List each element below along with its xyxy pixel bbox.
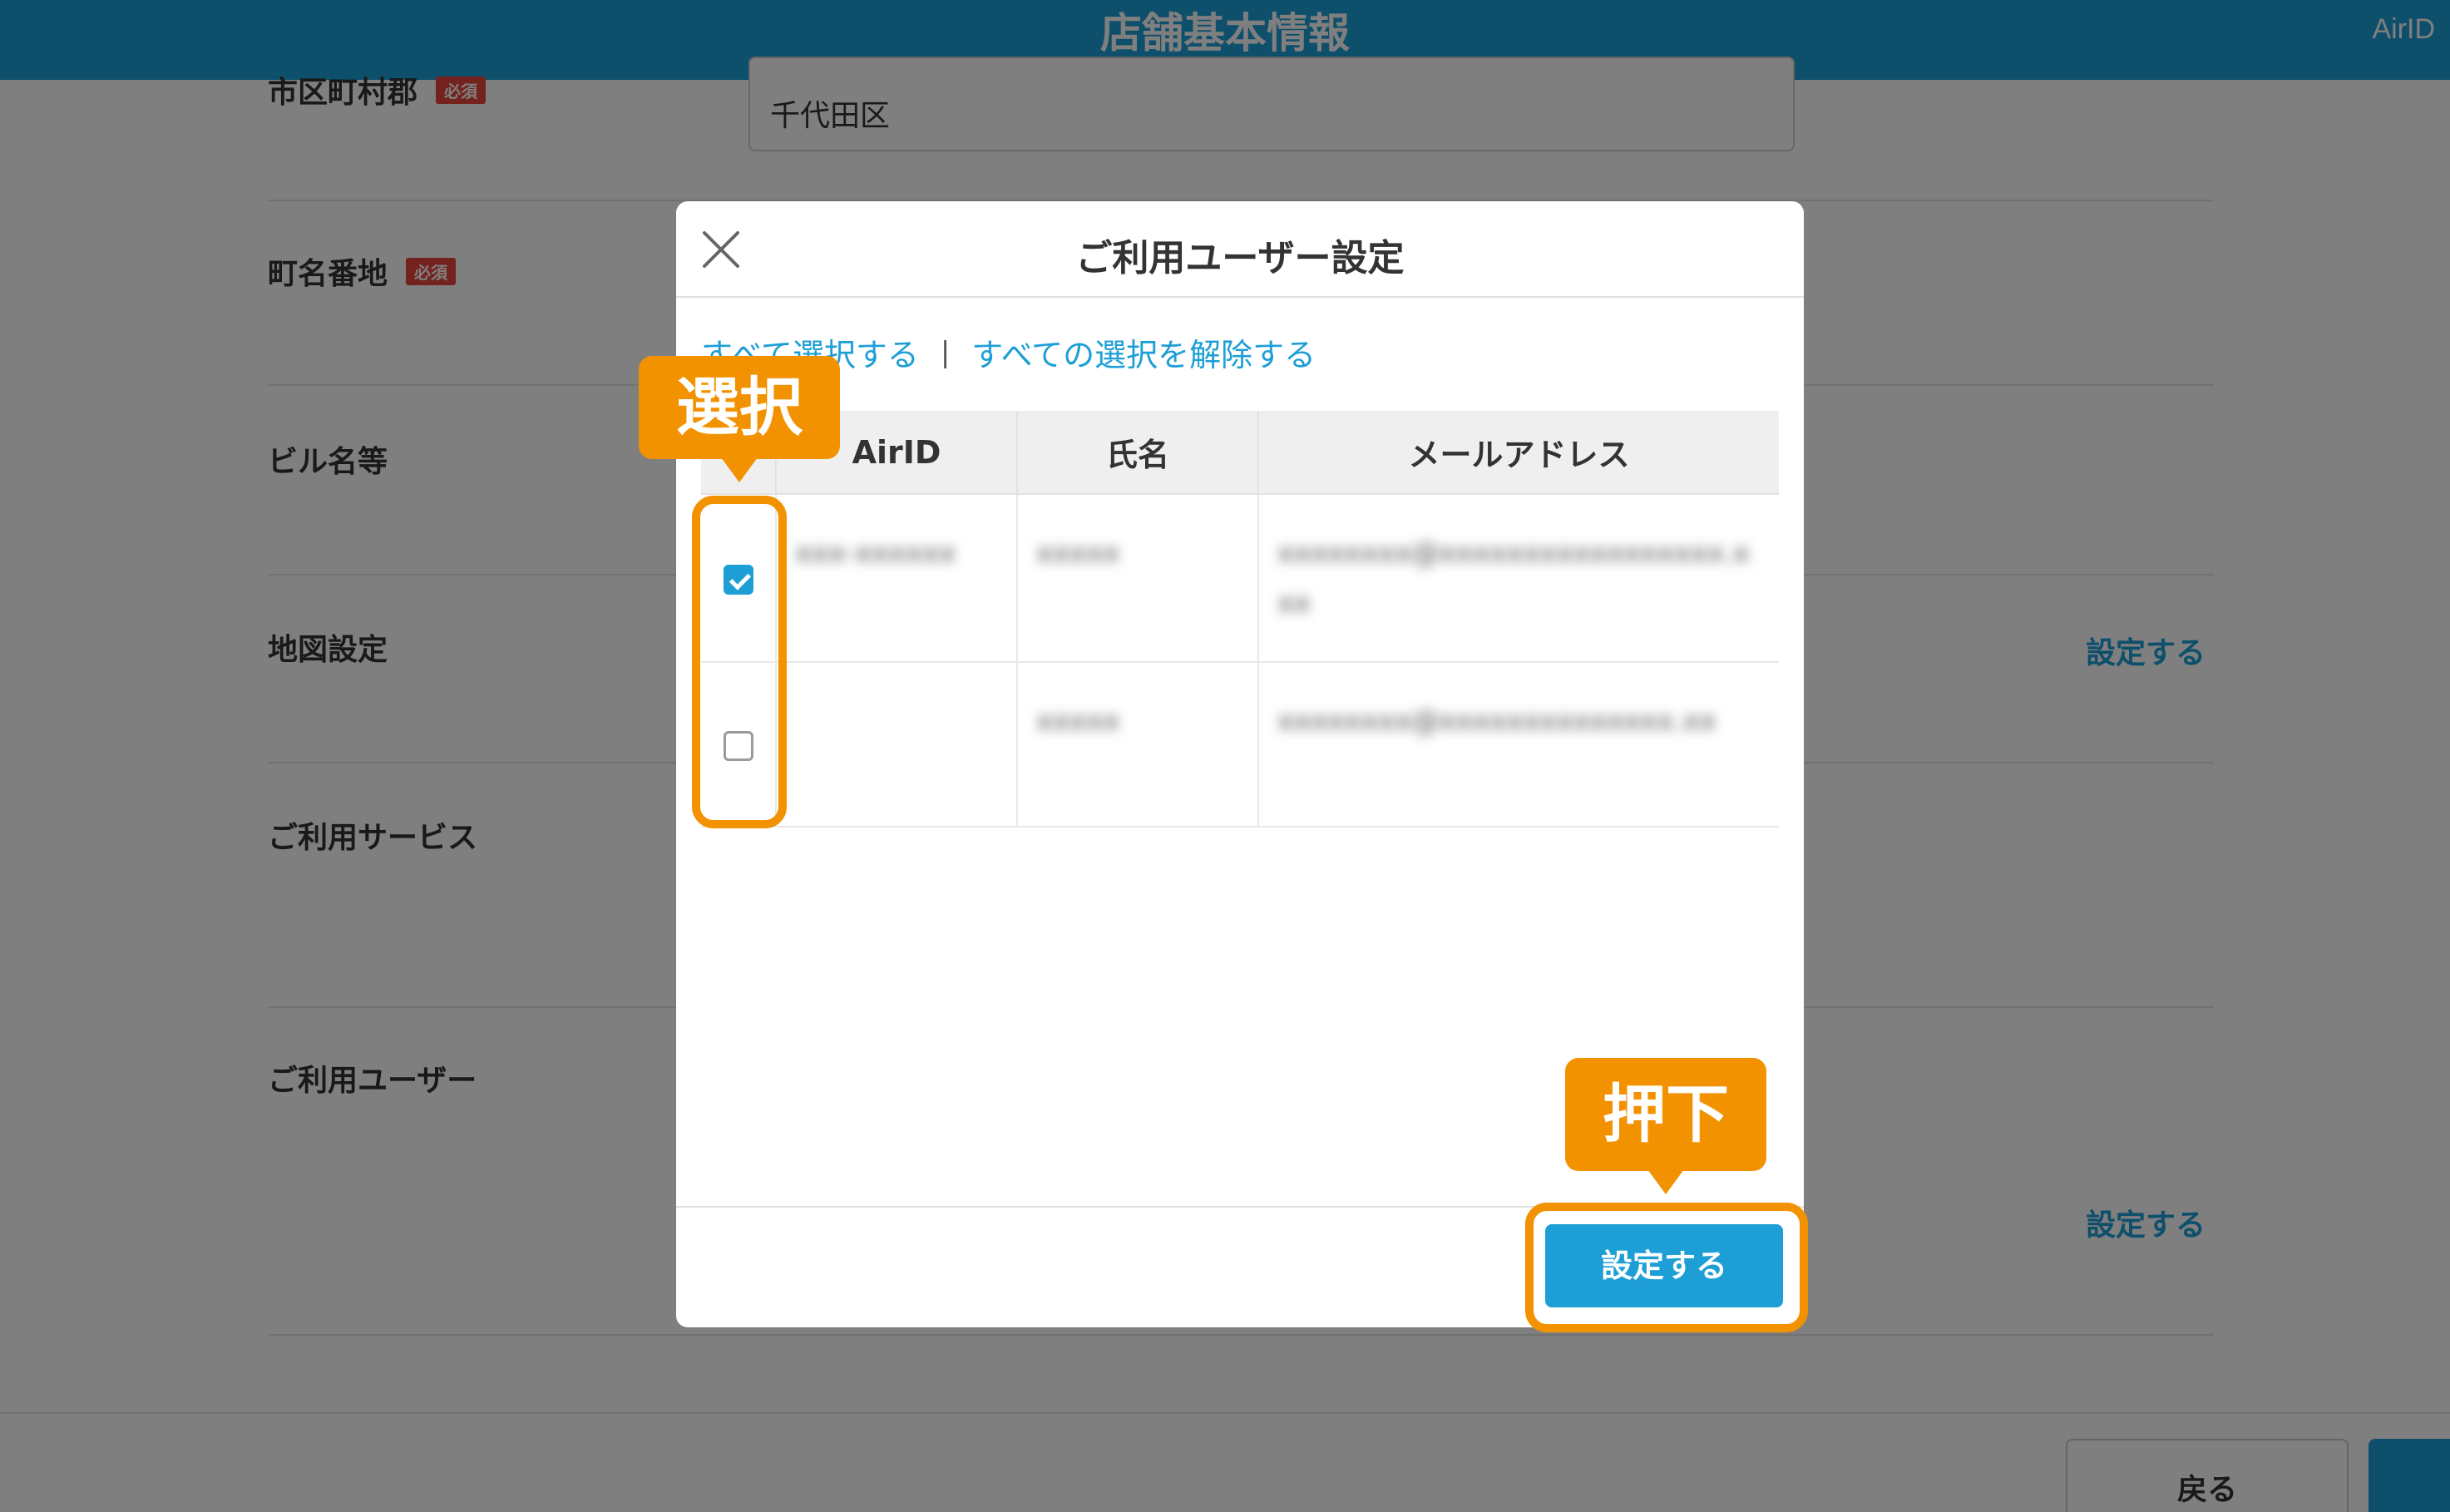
name-cell: xxxxx	[1017, 662, 1259, 828]
table-row: xxx-xxxxxx xxxxx xxxxxxxx@xxxxxxxxxxxxxx…	[701, 494, 1779, 663]
deselect-all-link[interactable]: すべての選択を解除する	[971, 329, 1316, 375]
column-header-name: 氏名	[1017, 411, 1259, 495]
email-cell: xxxxxxxx@xxxxxxxxxxxxxx.xx	[1258, 662, 1779, 828]
submit-highlight	[1525, 1203, 1808, 1332]
name-cell: xxxxx	[1017, 494, 1259, 663]
press-callout-text: 押下	[1603, 1077, 1729, 1151]
airid-cell	[776, 662, 1018, 828]
email-cell: xxxxxxxx@xxxxxxxxxxxxxxxxx.xxx	[1258, 494, 1779, 663]
user-table: AirID 氏名 メールアドレス xxx-xxxxxx xxxxx xxxxxx…	[701, 411, 1779, 828]
press-callout: 押下	[1565, 1058, 1766, 1194]
airid-cell: xxx-xxxxxx	[776, 494, 1018, 663]
column-header-email: メールアドレス	[1258, 411, 1779, 495]
link-separator: |	[940, 335, 951, 369]
select-callout: 選択	[639, 356, 840, 482]
modal-title: ご利用ユーザー設定	[1075, 237, 1405, 279]
table-row: xxxxx xxxxxxxx@xxxxxxxxxxxxxx.xx	[701, 662, 1779, 828]
email-value: xxxxxxxx@xxxxxxxxxxxxxx.xx	[1277, 704, 1716, 738]
table-header-row: AirID 氏名 メールアドレス	[701, 411, 1779, 495]
callout-tail	[1647, 1169, 1684, 1194]
name-value: xxxxx	[1036, 704, 1120, 738]
select-callout-text: 選択	[676, 370, 803, 444]
airid-value: xxx-xxxxxx	[795, 536, 956, 570]
checkbox-highlight	[692, 496, 787, 828]
name-value: xxxxx	[1036, 536, 1120, 570]
modal-header: ご利用ユーザー設定	[676, 201, 1804, 298]
callout-tail	[721, 457, 758, 482]
email-value: xxxxxxxx@xxxxxxxxxxxxxxxxx.xxx	[1277, 536, 1750, 620]
